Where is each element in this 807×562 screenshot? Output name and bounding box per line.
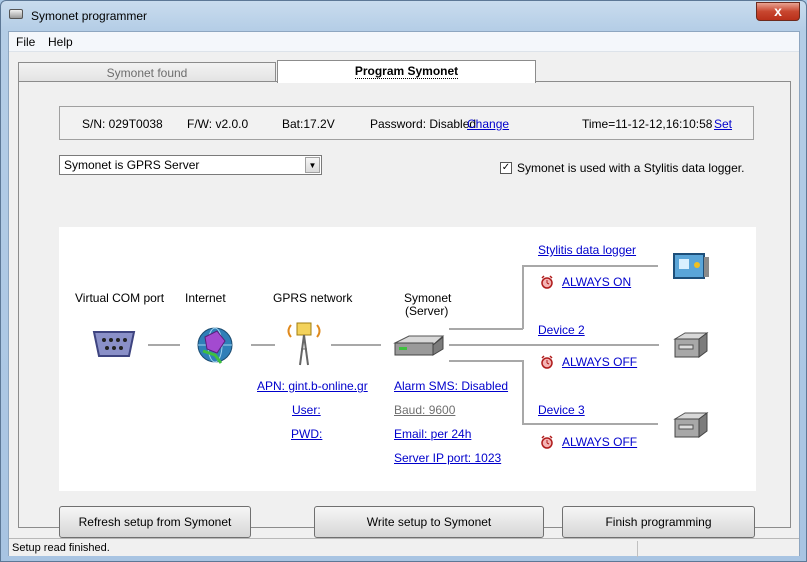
connector-line [449,328,523,330]
data-logger-icon [673,253,709,279]
status-bar: Setup read finished. [9,538,799,557]
connector-line [522,265,658,267]
device-3-status-link[interactable]: ALWAYS OFF [562,435,637,449]
refresh-setup-button[interactable]: Refresh setup from Symonet [59,506,251,538]
baud-link: Baud: 9600 [394,403,456,417]
menu-bar: File Help [9,32,799,52]
pwd-link[interactable]: PWD: [291,427,322,441]
window-title: Symonet programmer [31,9,148,23]
internet-globe-icon [197,327,233,364]
tab-label: Program Symonet [354,64,459,79]
connector-line [522,360,524,424]
symonet-role-label: (Server) [405,304,449,318]
connector-line [148,344,180,346]
connector-line [522,423,658,425]
alarm-clock-icon [541,435,553,449]
battery-voltage: Bat:17.2V [282,117,335,131]
network-diagram: Virtual COM port Internet GPRS network S… [59,227,756,491]
device-2-icon [673,332,709,358]
firmware-version: F/W: v2.0.0 [187,117,249,131]
program-panel: S/N: 029T0038 F/W: v2.0.0 Bat:17.2V Pass… [18,81,791,538]
menu-file[interactable]: File [16,35,35,49]
device-3-link[interactable]: Device 3 [538,403,585,417]
connector-line [449,360,523,362]
connector-line [522,265,524,329]
write-setup-button[interactable]: Write setup to Symonet [314,506,544,538]
symonet-label: Symonet [404,291,452,305]
device-3-icon [673,412,709,438]
apn-link[interactable]: APN: gint.b-online.gr [257,379,368,393]
app-window: Symonet programmer x File Help Symonet f… [0,0,807,562]
serial-port-icon [92,331,136,357]
title-bar[interactable]: Symonet programmer x [1,1,806,31]
tab-program-symonet[interactable]: Program Symonet [277,60,536,83]
user-link[interactable]: User: [292,403,321,417]
symonet-device-icon [393,335,445,356]
device-time: Time=11-12-12,16:10:58 [582,117,713,131]
virtual-com-label: Virtual COM port [75,291,165,305]
alarm-clock-icon [541,355,553,369]
serial-number: S/N: 029T0038 [82,117,163,131]
gprs-antenna-icon [287,322,321,366]
password-status: Password: Disabled [370,117,477,131]
status-text: Setup read finished. [12,542,110,554]
tab-label: Symonet found [106,66,188,80]
device-info-bar: S/N: 029T0038 F/W: v2.0.0 Bat:17.2V Pass… [59,106,754,140]
device-stylitis-link[interactable]: Stylitis data logger [538,243,636,257]
mode-select-value: Symonet is GPRS Server [64,158,200,172]
device-stylitis-status-link[interactable]: ALWAYS ON [562,275,631,289]
tab-strip: Symonet found Program Symonet [18,60,538,83]
email-link[interactable]: Email: per 24h [394,427,471,441]
device-2-status-link[interactable]: ALWAYS OFF [562,355,637,369]
server-ip-port-link[interactable]: Server IP port: 1023 [394,451,501,465]
data-logger-checkbox[interactable]: ✓ [500,162,512,174]
device-2-link[interactable]: Device 2 [538,323,585,337]
mode-select[interactable]: Symonet is GPRS Server ▼ [59,155,322,175]
menu-help[interactable]: Help [48,35,73,49]
finish-programming-button[interactable]: Finish programming [562,506,755,538]
connector-line [449,344,659,346]
status-pane [637,541,799,557]
connector-line [251,344,275,346]
tab-symonet-found[interactable]: Symonet found [18,62,276,81]
chevron-down-icon[interactable]: ▼ [305,157,320,173]
close-button[interactable]: x [756,2,800,21]
alarm-sms-link[interactable]: Alarm SMS: Disabled [394,379,508,393]
client-area: File Help Symonet found Program Symonet … [8,31,800,557]
data-logger-checkbox-label: Symonet is used with a Stylitis data log… [517,161,745,175]
set-time-link[interactable]: Set [714,117,732,131]
connector-line [331,344,381,346]
internet-label: Internet [185,291,226,305]
alarm-clock-icon [541,275,553,289]
change-password-link[interactable]: Change [467,117,509,131]
gprs-label: GPRS network [273,291,353,305]
app-icon [9,9,23,19]
